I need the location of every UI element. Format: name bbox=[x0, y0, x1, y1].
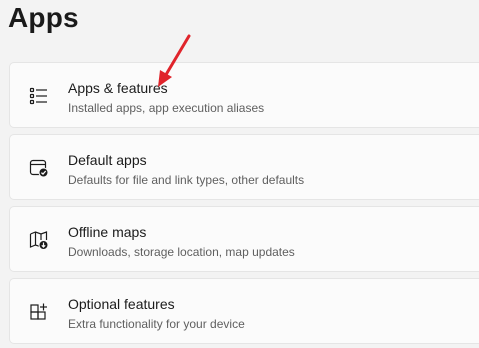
item-subtitle: Defaults for file and link types, other … bbox=[68, 173, 305, 187]
item-subtitle: Downloads, storage location, map updates bbox=[68, 245, 295, 259]
apps-list-icon bbox=[28, 85, 50, 107]
offline-maps-item[interactable]: Offline maps Downloads, storage location… bbox=[9, 206, 479, 272]
item-title: Default apps bbox=[68, 152, 147, 168]
offline-maps-icon bbox=[28, 229, 50, 251]
page-title: Apps bbox=[8, 2, 79, 33]
item-subtitle: Installed apps, app execution aliases bbox=[68, 101, 265, 115]
item-title: Optional features bbox=[68, 296, 175, 312]
annotation-arrow-icon bbox=[158, 34, 191, 87]
item-subtitle: Extra functionality for your device bbox=[68, 317, 245, 331]
item-title: Offline maps bbox=[68, 224, 147, 240]
optional-features-icon bbox=[28, 301, 50, 323]
apps-and-features-item[interactable]: Apps & features Installed apps, app exec… bbox=[9, 62, 479, 128]
default-apps-item[interactable]: Default apps Defaults for file and link … bbox=[9, 134, 479, 200]
default-apps-icon bbox=[28, 157, 50, 179]
optional-features-item[interactable]: Optional features Extra functionality fo… bbox=[9, 278, 479, 344]
